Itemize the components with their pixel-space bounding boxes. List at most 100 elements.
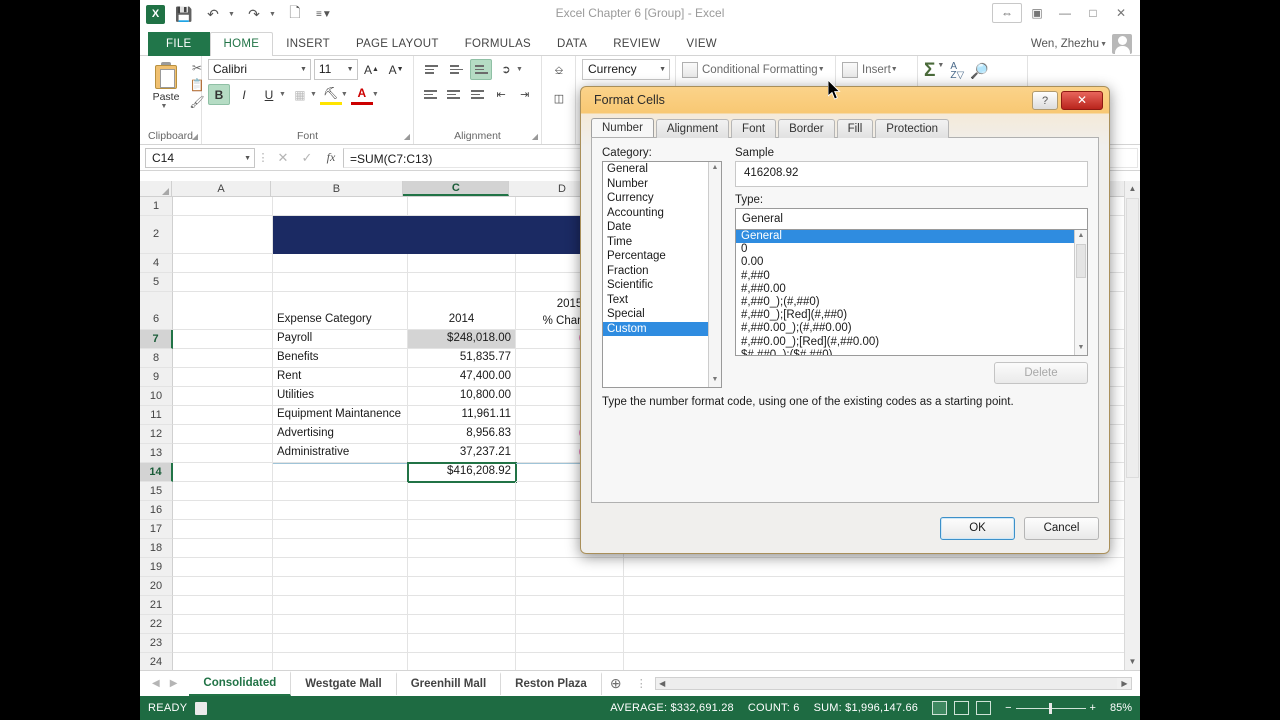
type-option-thousands-paren[interactable]: #,##0_);(#,##0) (736, 296, 1087, 309)
cell-c20[interactable] (408, 577, 516, 596)
cell-a20[interactable] (173, 577, 273, 596)
increase-indent-icon[interactable]: ⇥ (514, 84, 535, 105)
help-icon[interactable]: ▣ (1024, 3, 1050, 23)
avatar[interactable] (1112, 34, 1132, 54)
font-name-input[interactable]: Calibri ▼ (208, 59, 311, 80)
page-break-preview-icon[interactable] (976, 701, 992, 715)
underline-button[interactable]: U (258, 84, 280, 105)
category-scroll-down-icon[interactable]: ▼ (709, 374, 721, 387)
category-item-date[interactable]: Date (603, 220, 721, 235)
type-option-thousands[interactable]: #,##0 (736, 270, 1087, 283)
paste-dropdown-icon[interactable]: ▼ (142, 103, 186, 110)
vertical-scroll-thumb[interactable] (1126, 198, 1139, 478)
type-list-scrollbar[interactable]: ▲ ▼ (1074, 230, 1087, 355)
cell-b12[interactable]: Advertising (273, 425, 408, 444)
increase-font-size-button[interactable]: A ▲ (361, 59, 383, 80)
close-icon[interactable]: ✕ (1108, 3, 1134, 23)
cell-a13[interactable] (173, 444, 273, 463)
cell-b5[interactable] (273, 273, 408, 292)
row-header-5[interactable]: 5 (140, 273, 173, 292)
bold-button[interactable]: B (208, 84, 230, 105)
cell-b7[interactable]: Payroll (273, 330, 408, 349)
cell-a2[interactable] (173, 216, 273, 254)
cell-b18[interactable] (273, 539, 408, 558)
hscroll-left-icon[interactable]: ◀ (656, 678, 669, 689)
row-header-19[interactable]: 19 (140, 558, 173, 577)
row-header-24[interactable]: 24 (140, 653, 173, 670)
cell-c11[interactable]: 11,961.11 (408, 406, 516, 425)
restore-icon[interactable]: □ (1080, 3, 1106, 23)
cell-a14[interactable] (173, 463, 273, 482)
name-box[interactable]: C14 ▼ (145, 147, 255, 168)
tab-review[interactable]: REVIEW (600, 33, 673, 56)
cell-b20[interactable] (273, 577, 408, 596)
select-all-corner[interactable] (140, 181, 173, 196)
font-color-icon[interactable]: A (350, 84, 373, 105)
row-header-20[interactable]: 20 (140, 577, 173, 596)
zoom-out-button[interactable]: − (1005, 702, 1011, 714)
row-header-16[interactable]: 16 (140, 501, 173, 520)
cell-d19[interactable] (516, 558, 624, 577)
cut-icon[interactable]: ✂ (192, 62, 202, 75)
vertical-scrollbar[interactable]: ▲ ▼ (1124, 181, 1140, 670)
dialog-tab-alignment[interactable]: Alignment (655, 119, 730, 138)
cell-c5[interactable] (408, 273, 516, 292)
cell-a22[interactable] (173, 615, 273, 634)
cell-b6[interactable]: Expense Category (273, 292, 408, 330)
tab-file[interactable]: FILE (148, 32, 210, 56)
row-header-2-3[interactable]: 2 (140, 216, 173, 254)
sheet-tab-greenhill-mall[interactable]: Greenhill Mall (397, 672, 502, 695)
cell-b9[interactable]: Rent (273, 368, 408, 387)
dialog-tab-border[interactable]: Border (778, 119, 835, 138)
italic-button[interactable]: I (233, 84, 255, 105)
cell-e20[interactable] (624, 577, 1134, 596)
cell-b14[interactable] (273, 463, 408, 482)
sheet-nav-next-icon[interactable]: ▶ (170, 678, 178, 689)
category-item-fraction[interactable]: Fraction (603, 264, 721, 279)
category-item-scientific[interactable]: Scientific (603, 278, 721, 293)
row-header-1[interactable]: 1 (140, 197, 173, 216)
category-item-percentage[interactable]: Percentage (603, 249, 721, 264)
delete-button[interactable]: Delete (994, 362, 1088, 384)
cell-c17[interactable] (408, 520, 516, 539)
row-header-21[interactable]: 21 (140, 596, 173, 615)
fill-color-icon[interactable]: ⛏ (319, 84, 342, 105)
decrease-indent-icon[interactable]: ⇤ (491, 84, 512, 105)
cell-a11[interactable] (173, 406, 273, 425)
ribbon-display-options-icon[interactable]: ⇔ (992, 3, 1022, 23)
cell-c24[interactable] (408, 653, 516, 670)
category-item-general[interactable]: General (603, 162, 721, 177)
zoom-slider[interactable] (1015, 702, 1086, 714)
category-scroll-up-icon[interactable]: ▲ (709, 162, 721, 175)
page-layout-view-icon[interactable] (954, 701, 970, 715)
align-middle-icon[interactable] (445, 59, 467, 80)
cell-b11[interactable]: Equipment Maintanence (273, 406, 408, 425)
align-left-icon[interactable] (420, 84, 441, 105)
cancel-button[interactable]: Cancel (1024, 517, 1099, 540)
name-box-dropdown-icon[interactable]: ▼ (244, 155, 251, 162)
row-header-11[interactable]: 11 (140, 406, 173, 425)
dialog-tab-number[interactable]: Number (591, 118, 654, 137)
cell-b1[interactable] (273, 197, 408, 216)
fill-color-dropdown-icon[interactable]: ▼ (341, 91, 348, 98)
clipboard-dialog-launcher[interactable]: ◢ (192, 132, 198, 141)
horizontal-scroll-thumb[interactable] (669, 678, 1117, 689)
font-dialog-launcher[interactable]: ◢ (404, 132, 410, 141)
cell-b13[interactable]: Administrative (273, 444, 408, 463)
dialog-help-icon[interactable]: ? (1032, 91, 1058, 110)
cell-c1[interactable] (408, 197, 516, 216)
borders-dropdown-icon[interactable]: ▼ (310, 91, 317, 98)
cell-c9[interactable]: 47,400.00 (408, 368, 516, 387)
category-item-number[interactable]: Number (603, 177, 721, 192)
cell-a8[interactable] (173, 349, 273, 368)
cell-b22[interactable] (273, 615, 408, 634)
dialog-tab-font[interactable]: Font (731, 119, 777, 138)
cell-a1[interactable] (173, 197, 273, 216)
zoom-in-button[interactable]: + (1090, 702, 1096, 714)
tab-formulas[interactable]: FORMULAS (452, 33, 544, 56)
type-input[interactable]: General (735, 208, 1088, 230)
scroll-up-icon[interactable]: ▲ (1125, 181, 1140, 197)
sheet-nav-arrows[interactable]: ◀ ▶ (140, 678, 189, 689)
cell-d21[interactable] (516, 596, 624, 615)
tab-data[interactable]: DATA (544, 33, 600, 56)
